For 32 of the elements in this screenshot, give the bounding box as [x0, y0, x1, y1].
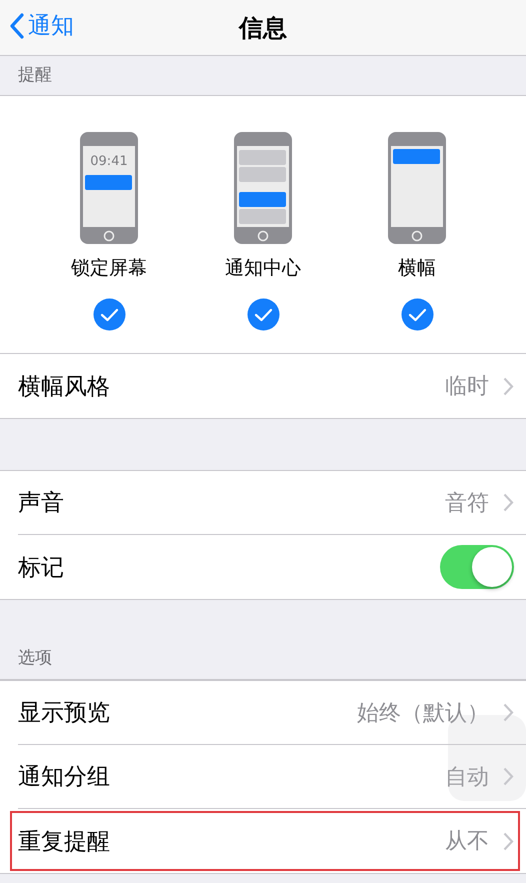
checkmark-icon[interactable] — [92, 298, 126, 331]
row-label: 标记 — [18, 554, 65, 582]
page-title: 信息 — [239, 12, 287, 44]
chevron-icon — [503, 767, 514, 786]
toggle-switch[interactable] — [440, 545, 514, 589]
back-button[interactable]: 通知 — [6, 8, 78, 43]
option-label: 横幅 — [398, 256, 436, 281]
phone-drawing[interactable] — [233, 131, 293, 245]
row-value: 从不 — [445, 828, 489, 856]
phone-drawing[interactable]: 09:41 — [79, 131, 139, 245]
clock-text: 09:41 — [90, 154, 128, 169]
section-header: 提醒 — [18, 64, 52, 86]
back-chevron-icon[interactable] — [10, 12, 24, 38]
chevron-icon — [503, 832, 514, 850]
row-label: 显示预览 — [18, 699, 111, 728]
option-label: 通知中心 — [225, 256, 301, 281]
row-label: 重复提醒 — [18, 828, 111, 856]
row-label: 通知分组 — [18, 763, 111, 792]
row-label: 横幅风格 — [18, 372, 111, 402]
row-value: 音符 — [445, 490, 489, 518]
row-value: 自动 — [445, 764, 489, 792]
row-value: 始终（默认） — [357, 700, 489, 728]
section-header: 选项 — [18, 647, 52, 669]
chevron-icon — [503, 376, 514, 396]
chevron-icon — [503, 493, 514, 512]
row-label: 声音 — [18, 489, 65, 518]
checkmark-icon[interactable] — [400, 298, 434, 331]
checkmark-icon[interactable] — [246, 298, 280, 331]
option-label: 锁定屏幕 — [71, 256, 147, 281]
row-value: 临时 — [445, 373, 489, 401]
phone-drawing[interactable] — [387, 131, 447, 245]
chevron-icon — [503, 703, 514, 722]
